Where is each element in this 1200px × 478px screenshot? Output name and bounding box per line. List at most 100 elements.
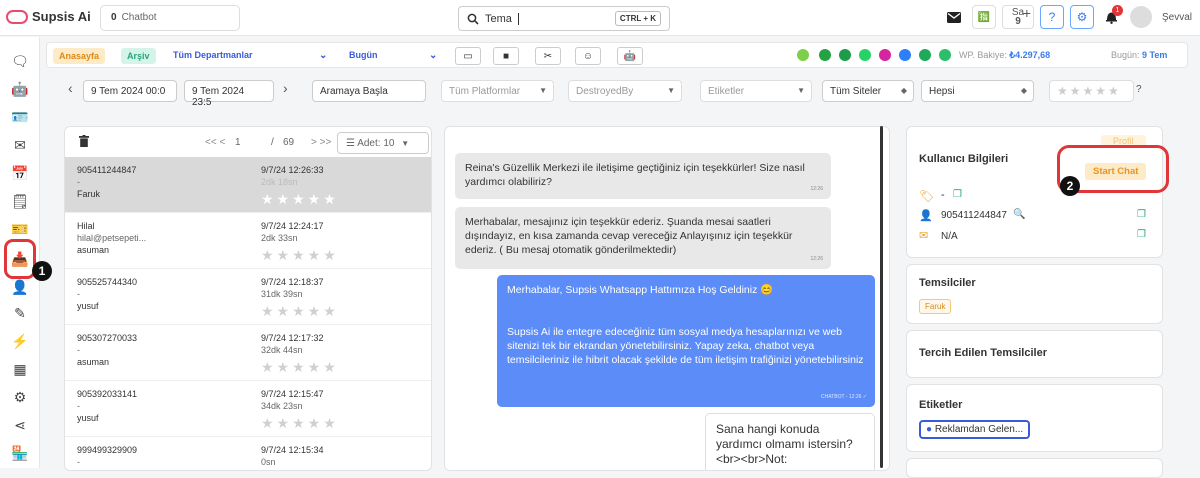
row-rating-stars[interactable]: ★★★★★ <box>261 303 339 320</box>
sidebar-inbox-archive-icon[interactable]: 📥 <box>4 239 36 279</box>
sidebar-chat-icon[interactable]: 🗨 <box>10 51 30 71</box>
page-prev-icon[interactable]: << < <box>205 137 225 148</box>
annotation-badge-2: 2 <box>1060 176 1080 196</box>
avatar[interactable] <box>1129 6 1152 28</box>
today-label: Bugün: <box>1111 50 1140 60</box>
row-rating-stars[interactable]: ★★★★★ <box>261 415 339 432</box>
sidebar-mail-icon[interactable]: ✉ <box>10 135 30 155</box>
destroyed-select[interactable]: DestroyedBy ▼ <box>568 80 682 102</box>
today: Bugün: 9 Tem <box>1111 50 1167 60</box>
conversation-list: << < 1 / 69 > >> ☰ Adet: 10 ▼ 9054112448… <box>64 126 432 471</box>
sidebar-edit-icon[interactable]: ✎ <box>10 303 30 323</box>
date-prev-icon[interactable]: ‹ <box>68 80 73 102</box>
messenger-icon[interactable] <box>899 49 911 61</box>
user-name[interactable]: Şevval <box>1162 12 1192 23</box>
conversation-row[interactable]: 999499329909-9/7/24 12:15:340sn★★★★★ <box>65 437 431 470</box>
row-sub: hilal@petsepeti... <box>77 233 147 243</box>
translate-icon[interactable]: 🈯 <box>971 5 996 29</box>
start-chat-button[interactable]: Start Chat <box>1085 163 1147 180</box>
global-search[interactable]: Tema CTRL + K <box>458 6 670 31</box>
chat-bubble-icon[interactable] <box>919 49 931 61</box>
row-elapsed: 2dk 18sn <box>261 177 298 187</box>
conversation-row[interactable]: 905392033141 - yusuf 9/7/24 12:15:47 34dk 23… <box>65 381 431 437</box>
whatsapp-icon[interactable] <box>859 49 871 61</box>
sidebar-contacts-icon[interactable]: 🪪 <box>10 107 30 127</box>
copy-phone-icon[interactable]: ❐ <box>1137 209 1146 220</box>
sidebar-store-icon[interactable]: 🏪 <box>10 443 30 463</box>
search-field[interactable]: Aramaya Başla <box>312 80 426 102</box>
period-chevron-icon[interactable]: ⌄ <box>429 50 437 61</box>
conversation-row[interactable]: 905307270033 - asuman 9/7/24 12:17:32 32dk 4… <box>65 325 431 381</box>
row-contact: 905411244847 <box>77 165 137 175</box>
department-chevron-icon[interactable]: ⌄ <box>319 50 327 61</box>
search-input[interactable]: Tema <box>485 13 512 25</box>
settings-gear-icon[interactable]: ⚙ <box>1069 5 1094 29</box>
copy-icon[interactable]: ❐ <box>953 189 962 200</box>
video-channel-icon[interactable]: ■ <box>493 47 519 65</box>
telegram-icon[interactable] <box>839 49 851 61</box>
tag-chip[interactable]: ● Reklamdan Gelen... <box>919 420 1031 439</box>
representative-chip[interactable]: Faruk <box>919 299 952 314</box>
row-rating-stars[interactable]: ★★★★★ <box>261 191 339 208</box>
sidebar-settings-icon[interactable]: ⚙ <box>10 387 30 407</box>
all-select[interactable]: Hepsi ◆ <box>921 80 1034 102</box>
conversation-row[interactable]: Hilal hilal@petsepeti... asuman 9/7/24 12:2… <box>65 213 431 269</box>
mail-icon[interactable] <box>942 5 966 29</box>
platform-chevron-icon: ▼ <box>539 86 547 95</box>
notification-bell-icon[interactable]: 1 <box>1100 5 1124 29</box>
sidebar-ticket-icon[interactable]: 🎫 <box>10 219 30 239</box>
department-select[interactable]: Tüm Departmanlar <box>173 50 253 60</box>
instagram-icon[interactable] <box>879 49 891 61</box>
end-date-field[interactable]: 9 Tem 2024 23:5 <box>184 80 274 108</box>
support-channel-icon[interactable]: ☺ <box>575 47 601 65</box>
bot-channel-icon[interactable]: 🤖 <box>617 47 643 65</box>
user-phone: 905411244847 <box>941 210 1007 221</box>
sidebar-lightning-icon[interactable]: ⚡ <box>10 331 30 351</box>
tags-chevron-icon: ▼ <box>797 86 805 95</box>
message-text: Merhabalar, Supsis Whatsapp Hattımıza Ho… <box>507 284 774 296</box>
sa-add-button[interactable]: Sa 9 + <box>1001 5 1034 29</box>
conversation-row[interactable]: 905411244847 - Faruk 9/7/24 12:26:33 2dk 18s… <box>65 157 431 213</box>
platform-select[interactable]: Tüm Platformlar ▼ <box>441 80 554 102</box>
tools-channel-icon[interactable]: ✂ <box>535 47 561 65</box>
sidebar-bot-icon[interactable]: 🤖 <box>10 79 30 99</box>
sidebar-share-icon[interactable]: ⋖ <box>10 415 30 435</box>
sort-lines-icon: ☰ <box>346 138 355 149</box>
tab-anasayfa[interactable]: Anasayfa <box>53 48 106 64</box>
tags-select[interactable]: Etiketler ▼ <box>700 80 812 102</box>
sidebar-report-icon[interactable]: 🗒 <box>10 191 30 211</box>
page-size-select[interactable]: ☰ Adet: 10 ▼ <box>337 132 429 154</box>
row-rating-stars[interactable]: ★★★★★ <box>261 247 339 264</box>
date-next-icon[interactable]: › <box>283 80 288 102</box>
chatbot-count: 0 <box>111 12 117 23</box>
search-user-icon[interactable]: 🔍 <box>1013 209 1025 220</box>
row-sub: - <box>77 457 80 467</box>
chat-scrollbar[interactable] <box>880 126 883 468</box>
phone-icon[interactable] <box>939 49 951 61</box>
brand[interactable]: Supsis Ai <box>6 9 91 24</box>
row-sub: - <box>77 345 80 355</box>
sidebar-calendar-icon[interactable]: 📅 <box>10 163 30 183</box>
page-next-icon[interactable]: > >> <box>311 137 331 148</box>
row-date: 9/7/24 12:15:34 <box>261 445 324 455</box>
sites-select[interactable]: Tüm Siteler ◆ <box>822 80 914 102</box>
message-channel-icon[interactable]: ▭ <box>455 47 481 65</box>
robot-icon[interactable] <box>797 49 809 61</box>
row-rating-stars[interactable]: ★★★★★ <box>261 359 339 376</box>
tab-arsiv[interactable]: Arşiv <box>121 48 156 64</box>
preferred-reps-title: Tercih Edilen Temsilciler <box>919 347 1047 359</box>
sidebar-apps-grid-icon[interactable]: ▦ <box>10 359 30 379</box>
copy-email-icon[interactable]: ❐ <box>1137 229 1146 240</box>
rating-help[interactable]: ? <box>1136 84 1142 106</box>
start-date-field[interactable]: 9 Tem 2024 00:0 <box>83 80 177 102</box>
period-select[interactable]: Bugün <box>349 50 378 60</box>
chatbot-counter[interactable]: 0 Chatbot <box>100 5 240 31</box>
page-current[interactable]: 1 <box>235 137 241 148</box>
supsis-logo-icon <box>6 9 28 24</box>
trash-icon[interactable] <box>79 135 89 147</box>
wifi-icon[interactable] <box>819 49 831 61</box>
rating-filter-stars[interactable]: ★★★★★ <box>1049 80 1134 102</box>
help-icon[interactable]: ? <box>1039 5 1064 29</box>
sidebar-user-icon[interactable]: 👤 <box>10 277 30 297</box>
conversation-row[interactable]: 905525744340 - yusuf 9/7/24 12:18:37 31dk 39… <box>65 269 431 325</box>
